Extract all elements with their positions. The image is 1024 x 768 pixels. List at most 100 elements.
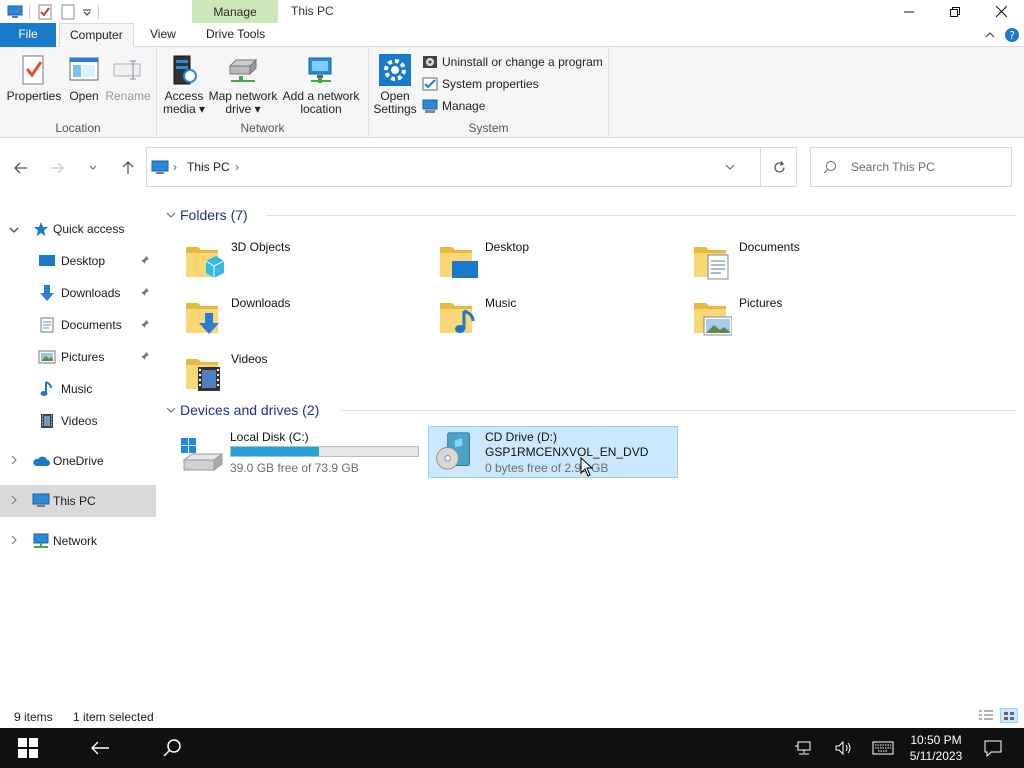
sidebar-item-desktop[interactable]: Desktop [0,245,156,277]
network-tray-button[interactable] [790,728,816,768]
folder-downloads[interactable]: Downloads [156,291,396,341]
expand-chevron-right-icon[interactable] [8,534,20,548]
access-media-button[interactable]: Access media ▾ [161,53,207,116]
star-icon [32,220,50,238]
search-box[interactable]: Search This PC [810,147,1012,187]
expand-chevron-right-icon[interactable] [8,494,20,508]
uninstall-program-button[interactable]: Uninstall or change a program [422,53,603,71]
breadcrumb-chevron-icon[interactable]: › [235,160,239,174]
back-taskbar-button[interactable] [78,728,122,768]
open-label: Open [69,89,99,103]
folder-music[interactable]: Music [410,291,650,341]
details-view-icon[interactable] [978,709,994,724]
breadcrumb-this-pc[interactable]: This PC [187,160,230,174]
folder-pictures[interactable]: Pictures [664,291,904,341]
tab-computer[interactable]: Computer [59,23,134,47]
start-button[interactable] [0,728,56,768]
close-button[interactable] [978,0,1024,23]
breadcrumb-separator-icon[interactable]: › [173,160,177,174]
drive-volume-label: GSP1RMCENXVOL_EN_DVD [485,445,649,459]
manage-button[interactable]: Manage [422,97,485,115]
sidebar-item-downloads[interactable]: Downloads [0,277,156,309]
manage-context-tab[interactable]: Manage [192,0,278,23]
tab-view[interactable]: View [140,23,186,47]
new-folder-icon[interactable] [59,3,76,20]
add-network-location-button[interactable]: Add a network location [280,53,362,116]
collapse-chevron-icon[interactable] [166,405,180,416]
back-button[interactable] [10,157,32,179]
collapse-ribbon-icon[interactable] [982,27,998,43]
search-icon [823,161,836,174]
folder-desktop[interactable]: Desktop [410,235,650,285]
navigation-bar: › This PC › Search This PC [0,139,1024,195]
refresh-button[interactable] [760,148,797,186]
drive-name: Local Disk (C:) [230,430,309,444]
network-icon [32,532,50,550]
address-bar[interactable]: › This PC › [146,147,797,187]
properties-label: Properties [6,89,62,103]
back-arrow-icon [14,162,27,174]
search-placeholder[interactable]: Search This PC [851,160,935,174]
minimize-button[interactable] [886,0,932,23]
volume-tray-button[interactable] [830,728,856,768]
open-settings-button[interactable]: Open Settings [373,53,417,116]
expand-chevron-right-icon[interactable] [8,454,20,468]
up-button[interactable] [117,157,139,179]
expand-chevron-icon[interactable] [8,222,20,236]
sidebar-item-this-pc[interactable]: This PC [0,485,156,517]
folder-documents[interactable]: Documents [664,235,904,285]
properties-button[interactable]: Properties [6,53,62,103]
drive-usage-fill [231,447,320,456]
folders-group-header[interactable]: Folders (7) [166,205,1016,225]
action-center-button[interactable] [978,728,1008,768]
sidebar-label-music: Music [61,382,93,396]
pin-icon[interactable] [140,254,150,268]
uninstall-icon [423,56,437,68]
drive-local-disk-c[interactable]: Local Disk (C:) 39.0 GB free of 73.9 GB [156,426,426,478]
folder-3d-objects[interactable]: 3D Objects [156,235,396,285]
tab-file[interactable]: File [0,23,56,47]
help-icon[interactable]: ? [1004,27,1020,43]
clock-time: 10:50 PM [910,733,962,747]
pin-icon[interactable] [140,350,150,364]
folder-videos[interactable]: Videos [156,347,396,397]
clock[interactable]: 10:50 PM 5/11/2023 [900,732,972,764]
this-pc-icon [151,160,169,174]
minimize-icon [904,11,914,12]
network-location-icon [304,53,338,87]
navigation-pane: Quick access Desktop Downloads Documents [0,195,156,703]
computer-icon [32,492,50,510]
address-dropdown-icon[interactable] [725,159,735,173]
tab-drive-tools[interactable]: Drive Tools [196,23,275,47]
sidebar-item-network[interactable]: Network [0,525,156,557]
recent-locations-button[interactable] [82,157,104,179]
customize-qat-icon[interactable] [82,3,92,20]
this-pc-icon[interactable] [6,3,23,20]
collapse-chevron-icon[interactable] [166,210,180,221]
search-taskbar-button[interactable] [150,728,194,768]
pin-icon[interactable] [140,318,150,332]
drive-cd-d[interactable]: CD Drive (D:) GSP1RMCENXVOL_EN_DVD 0 byt… [428,426,678,478]
open-button[interactable]: Open [64,53,104,103]
sidebar-item-videos[interactable]: Videos [0,405,156,437]
large-icons-view-icon[interactable] [1000,708,1018,723]
keyboard-tray-button[interactable] [870,728,896,768]
sidebar-label-documents: Documents [61,318,122,332]
speaker-icon [835,740,851,756]
devices-group-header[interactable]: Devices and drives (2) [166,400,1016,420]
download-arrow-icon [38,284,56,302]
map-network-drive-button[interactable]: Map network drive ▾ [207,53,279,116]
sidebar-item-documents[interactable]: Documents [0,309,156,341]
document-icon [38,316,56,334]
properties-icon[interactable] [36,3,53,20]
pin-icon[interactable] [140,286,150,300]
sidebar-item-pictures[interactable]: Pictures [0,341,156,373]
sidebar-item-music[interactable]: Music [0,373,156,405]
maximize-button[interactable] [932,0,978,23]
system-properties-button[interactable]: System properties [422,75,539,93]
sidebar-item-quick-access[interactable]: Quick access [0,213,156,245]
folder-name: Documents [739,240,800,254]
forward-button[interactable] [46,157,68,179]
sidebar-item-onedrive[interactable]: OneDrive [0,445,156,477]
rename-button[interactable]: Rename [104,53,152,103]
